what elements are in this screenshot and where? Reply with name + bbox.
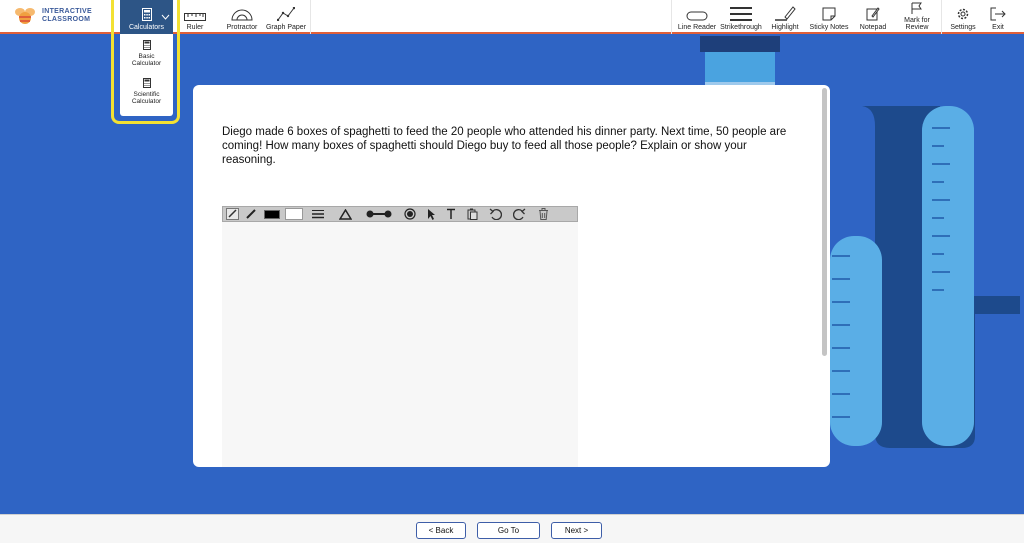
ruler-button[interactable]: Ruler xyxy=(180,0,210,34)
bee-logo-icon xyxy=(15,8,35,24)
strikethrough-button[interactable]: Strikethrough xyxy=(720,0,762,34)
mark-for-review-label: Mark for Review xyxy=(904,17,930,31)
undo-button[interactable] xyxy=(483,207,507,221)
mark-for-review-button[interactable]: Mark for Review xyxy=(896,0,938,34)
drawing-toolbar xyxy=(222,206,578,222)
redo-button[interactable] xyxy=(507,207,531,221)
settings-button[interactable]: Settings xyxy=(945,0,981,34)
bottom-navigation: < Back Go To Next > xyxy=(0,514,1024,543)
graph-paper-label: Graph Paper xyxy=(265,24,307,31)
redo-icon xyxy=(512,208,525,220)
shape-icon xyxy=(338,208,352,220)
line-reader-icon xyxy=(686,11,708,21)
select-button[interactable] xyxy=(421,207,441,221)
strikethrough-icon xyxy=(730,7,752,21)
highlight-button[interactable]: Highlight xyxy=(766,0,804,34)
app-logo: INTERACTIVE CLASSROOM xyxy=(14,6,92,26)
graph-icon xyxy=(277,7,295,21)
vertical-scrollbar[interactable] xyxy=(822,88,827,356)
drawing-canvas[interactable] xyxy=(222,222,578,467)
flag-icon xyxy=(911,2,922,14)
separator xyxy=(310,0,311,34)
ruler-icon xyxy=(184,13,206,21)
shape-button[interactable] xyxy=(331,207,359,221)
next-button[interactable]: Next > xyxy=(551,522,602,539)
strikethrough-label: Strikethrough xyxy=(720,24,762,31)
paste-icon xyxy=(467,208,477,220)
fill-color-swatch[interactable] xyxy=(283,207,305,221)
protractor-button[interactable]: Protractor xyxy=(222,0,262,34)
pencil-button[interactable] xyxy=(223,207,241,221)
exit-label: Exit xyxy=(992,24,1004,31)
protractor-label: Protractor xyxy=(226,24,258,31)
notepad-label: Notepad xyxy=(859,24,887,31)
trash-button[interactable] xyxy=(531,207,555,221)
undo-icon xyxy=(489,208,502,220)
line-reader-label: Line Reader xyxy=(677,24,717,31)
protractor-icon xyxy=(231,9,253,21)
separator xyxy=(671,0,672,34)
text-button[interactable] xyxy=(441,207,461,221)
paste-button[interactable] xyxy=(461,207,483,221)
question-card: Diego made 6 boxes of spaghetti to feed … xyxy=(193,85,830,467)
select-icon xyxy=(428,209,435,220)
brush-icon xyxy=(246,209,256,219)
text-icon xyxy=(447,208,455,219)
pencil-icon xyxy=(225,208,239,220)
circle-icon xyxy=(404,208,416,220)
calculators-highlight-outline xyxy=(111,0,180,124)
notepad-icon xyxy=(866,7,880,21)
gear-icon xyxy=(957,8,969,20)
graph-paper-button[interactable]: Graph Paper xyxy=(264,0,308,34)
notepad-button[interactable]: Notepad xyxy=(855,0,891,34)
trash-icon xyxy=(538,208,548,220)
line-width-button[interactable] xyxy=(305,207,331,221)
brush-button[interactable] xyxy=(241,207,261,221)
line-width-icon xyxy=(312,210,324,219)
stroke-color-swatch[interactable] xyxy=(261,207,283,221)
question-text: Diego made 6 boxes of spaghetti to feed … xyxy=(222,126,787,166)
circle-button[interactable] xyxy=(399,207,421,221)
go-to-button[interactable]: Go To xyxy=(477,522,540,539)
settings-label: Settings xyxy=(950,24,976,31)
sticky-notes-button[interactable]: Sticky Notes xyxy=(807,0,851,34)
sticky-notes-label: Sticky Notes xyxy=(809,24,849,31)
sticky-note-icon xyxy=(822,7,836,21)
line-segment-icon xyxy=(366,210,392,218)
ruler-label: Ruler xyxy=(186,24,204,31)
highlight-icon xyxy=(775,6,796,21)
separator xyxy=(941,0,942,34)
logo-line-2: CLASSROOM xyxy=(42,16,91,23)
back-button[interactable]: < Back xyxy=(416,522,466,539)
exit-icon xyxy=(990,7,1006,21)
line-segment-button[interactable] xyxy=(359,207,399,221)
highlight-label: Highlight xyxy=(771,24,799,31)
exit-button[interactable]: Exit xyxy=(984,0,1012,34)
logo-line-1: INTERACTIVE xyxy=(42,8,92,15)
line-reader-button[interactable]: Line Reader xyxy=(674,0,720,34)
